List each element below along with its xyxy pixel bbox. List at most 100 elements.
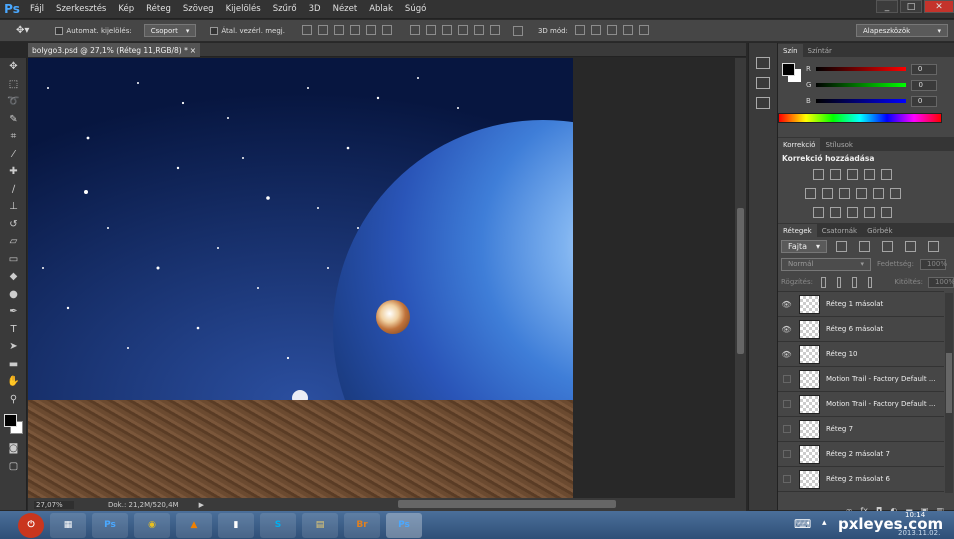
clock-date[interactable]: 2013.11.02. xyxy=(898,529,940,537)
layer-row[interactable]: Réteg 7 xyxy=(778,417,944,442)
blue-slider[interactable] xyxy=(815,99,906,103)
taskbar-explorer[interactable]: ▤ xyxy=(302,512,338,538)
filter-pixel-icon[interactable] xyxy=(836,240,847,252)
distribute-top-icon[interactable] xyxy=(409,24,420,35)
quick-mask-icon[interactable]: ◙ xyxy=(0,440,27,458)
eye-icon[interactable]: 👁 xyxy=(778,300,795,309)
blur-tool-icon[interactable]: ◆ xyxy=(0,268,27,286)
tab-paths[interactable]: Görbék xyxy=(862,224,897,237)
menu-help[interactable]: Súgó xyxy=(399,4,432,14)
align-right-icon[interactable] xyxy=(381,24,392,35)
path-select-tool-icon[interactable]: ➤ xyxy=(0,338,27,356)
marquee-tool-icon[interactable]: ⬚ xyxy=(0,76,27,94)
pen-tool-icon[interactable]: ✒ xyxy=(0,303,27,321)
visibility-toggle[interactable] xyxy=(783,425,791,433)
auto-select-dropdown[interactable]: Csoport ▾ xyxy=(143,24,197,37)
visibility-toggle[interactable] xyxy=(783,450,791,458)
shape-tool-icon[interactable]: ▬ xyxy=(0,356,27,374)
eraser-tool-icon[interactable]: ▱ xyxy=(0,233,27,251)
eye-icon[interactable]: 👁 xyxy=(778,325,795,334)
layer-row[interactable]: 👁 Réteg 6 másolat xyxy=(778,317,944,342)
posterize-icon[interactable] xyxy=(830,207,841,218)
tab-layers[interactable]: Rétegek xyxy=(778,224,817,237)
fill-value[interactable]: 100% xyxy=(927,276,954,288)
levels-icon[interactable] xyxy=(830,169,841,180)
menu-filter[interactable]: Szűrő xyxy=(267,4,303,14)
scale-icon[interactable] xyxy=(638,24,649,35)
color-lookup-icon[interactable] xyxy=(890,188,901,199)
visibility-toggle[interactable] xyxy=(783,475,791,483)
brightness-icon[interactable] xyxy=(813,169,824,180)
zoom-level[interactable]: 27,07% xyxy=(34,500,74,509)
layer-filter-dropdown[interactable]: Fajta ▾ xyxy=(781,239,827,253)
scrollbar-thumb[interactable] xyxy=(946,353,952,413)
close-button[interactable]: ✕ xyxy=(924,0,954,13)
tab-swatches[interactable]: Színtár xyxy=(803,44,837,57)
tab-styles[interactable]: Stílusok xyxy=(820,138,858,151)
zoom-tool-icon[interactable]: ⚲ xyxy=(0,391,27,409)
layer-row[interactable]: Réteg 2 másolat 6 xyxy=(778,467,944,492)
roll-icon[interactable] xyxy=(590,24,601,35)
maximize-button[interactable]: □ xyxy=(900,0,922,13)
dodge-tool-icon[interactable]: ● xyxy=(0,286,27,304)
minimize-button[interactable]: _ xyxy=(876,0,898,13)
orbit-icon[interactable] xyxy=(574,24,585,35)
fg-color-preview[interactable] xyxy=(782,63,795,76)
menu-view[interactable]: Nézet xyxy=(327,4,364,14)
document-canvas[interactable] xyxy=(28,58,573,498)
move-tool-icon[interactable]: ✥▾ xyxy=(16,25,29,36)
screen-mode-icon[interactable]: ▢ xyxy=(0,458,27,476)
lasso-tool-icon[interactable]: ➰ xyxy=(0,93,27,111)
tab-channels[interactable]: Csatornák xyxy=(817,224,862,237)
visibility-toggle[interactable] xyxy=(783,400,791,408)
blend-mode-dropdown[interactable]: Normál ▾ xyxy=(781,257,871,271)
history-icon[interactable] xyxy=(756,57,770,69)
distribute-right-icon[interactable] xyxy=(489,24,500,35)
green-slider[interactable] xyxy=(816,83,907,87)
tab-adjustments[interactable]: Korrekció xyxy=(778,138,821,151)
brush-tool-icon[interactable]: ∕ xyxy=(0,181,27,199)
align-center-icon[interactable] xyxy=(365,24,376,35)
lock-pixels-icon[interactable] xyxy=(820,276,826,288)
scrollbar-thumb[interactable] xyxy=(737,208,744,354)
slide-icon[interactable] xyxy=(622,24,633,35)
taskbar-app[interactable]: ▮ xyxy=(218,512,254,538)
hand-tool-icon[interactable]: ✋ xyxy=(0,373,27,391)
align-bottom-icon[interactable] xyxy=(333,24,344,35)
workspace-dropdown[interactable]: Alapeszközök ▾ xyxy=(856,24,948,37)
layer-row[interactable]: 👁 Réteg 10 xyxy=(778,342,944,367)
document-tab[interactable]: bolygo3.psd @ 27,1% (Réteg 11,RGB/8) * × xyxy=(28,43,200,57)
filter-type-icon[interactable] xyxy=(882,240,893,252)
distribute-center-icon[interactable] xyxy=(473,24,484,35)
gradient-tool-icon[interactable]: ▭ xyxy=(0,251,27,269)
lock-all-icon[interactable] xyxy=(867,276,873,288)
taskbar-photoshop-active[interactable]: Ps xyxy=(386,512,422,538)
vibrance-icon[interactable] xyxy=(881,169,892,180)
menu-type[interactable]: Szöveg xyxy=(177,4,220,14)
scrollbar-thumb[interactable] xyxy=(398,500,616,508)
eye-icon[interactable]: 👁 xyxy=(778,350,795,359)
healing-tool-icon[interactable]: ✚ xyxy=(0,163,27,181)
quick-select-tool-icon[interactable]: ✎ xyxy=(0,111,27,129)
align-left-icon[interactable] xyxy=(349,24,360,35)
filter-shape-icon[interactable] xyxy=(905,240,916,252)
clock-time[interactable]: 10:14 xyxy=(905,511,925,519)
menu-layer[interactable]: Réteg xyxy=(140,4,177,14)
distribute-left-icon[interactable] xyxy=(457,24,468,35)
auto-select-checkbox[interactable] xyxy=(55,26,64,35)
transform-controls-checkbox[interactable] xyxy=(210,26,219,35)
close-tab-icon[interactable]: × xyxy=(190,46,196,55)
selective-color-icon[interactable] xyxy=(881,207,892,218)
align-top-icon[interactable] xyxy=(301,24,312,35)
color-swatches[interactable] xyxy=(0,412,26,440)
color-balance-icon[interactable] xyxy=(822,188,833,199)
align-middle-icon[interactable] xyxy=(317,24,328,35)
taskbar-bridge[interactable]: Br xyxy=(344,512,380,538)
spectrum-bar[interactable] xyxy=(778,113,942,123)
blue-value[interactable]: 0 xyxy=(910,95,937,107)
type-tool-icon[interactable]: T xyxy=(0,321,27,339)
crop-tool-icon[interactable]: ⌗ xyxy=(0,128,27,146)
distribute-bottom-icon[interactable] xyxy=(441,24,452,35)
curves-icon[interactable] xyxy=(847,169,858,180)
layer-row[interactable]: Motion Trail - Factory Default ... xyxy=(778,367,944,392)
